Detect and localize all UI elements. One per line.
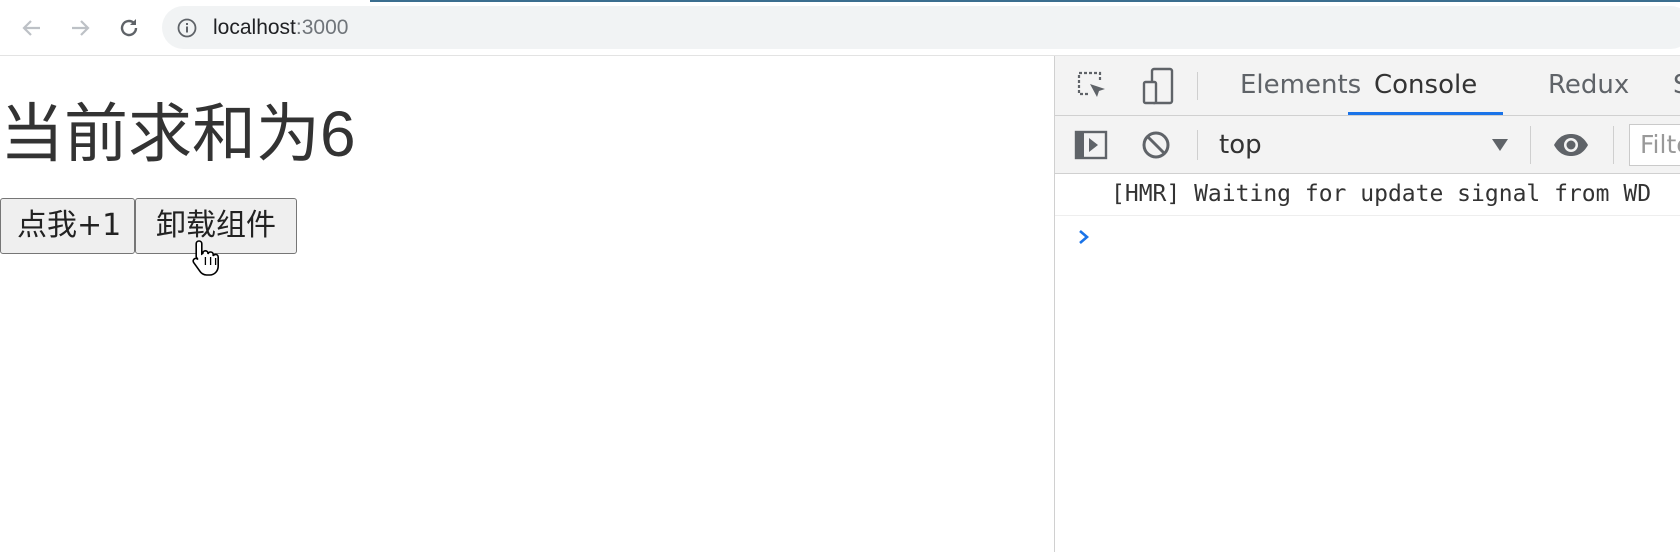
tab-console[interactable]: Console: [1348, 56, 1504, 115]
filter-input[interactable]: Filte: [1629, 124, 1680, 166]
divider: [1613, 126, 1614, 164]
divider: [1530, 126, 1531, 164]
dropdown-arrow-icon[interactable]: [1491, 138, 1509, 152]
show-sidebar-button[interactable]: [1073, 128, 1109, 162]
console-toolbar: top Filte: [1055, 116, 1680, 174]
tab-elements[interactable]: Elements: [1240, 56, 1361, 115]
device-toolbar-button[interactable]: [1139, 64, 1179, 108]
back-button[interactable]: [16, 12, 48, 44]
console-message-text: [HMR] Waiting for update signal from WD: [1111, 181, 1652, 207]
eye-icon: [1554, 134, 1588, 156]
reload-button[interactable]: [113, 12, 145, 44]
inspect-element-button[interactable]: [1073, 66, 1111, 106]
live-expression-button[interactable]: [1551, 128, 1591, 162]
devtools-tabbar: Elements Console Redux S: [1055, 56, 1680, 116]
forward-button[interactable]: [64, 12, 96, 44]
tab-label: S: [1673, 70, 1680, 100]
chevron-right-icon[interactable]: [1077, 228, 1091, 246]
increment-button[interactable]: 点我+1: [0, 198, 135, 254]
clear-console-button[interactable]: [1139, 128, 1173, 162]
address-bar[interactable]: localhost:3000: [162, 6, 1680, 49]
context-select[interactable]: top: [1219, 116, 1262, 174]
page-content: 当前求和为6 点我+1 卸载组件: [0, 56, 1054, 552]
console-message: [HMR] Waiting for update signal from WD: [1055, 174, 1680, 216]
inspect-cursor-icon: [1077, 71, 1105, 97]
divider: [1197, 130, 1198, 160]
sidebar-toggle-icon: [1074, 130, 1108, 160]
tab-label: Console: [1374, 70, 1478, 100]
tab-overflow[interactable]: S: [1673, 56, 1680, 115]
sum-heading: 当前求和为6: [0, 98, 356, 170]
tab-redux[interactable]: Redux: [1548, 56, 1629, 115]
device-icon: [1142, 67, 1174, 105]
reload-icon: [120, 19, 138, 37]
arrow-left-icon: [22, 20, 40, 36]
divider: [1197, 72, 1198, 100]
url-host: localhost: [213, 16, 296, 39]
tab-label: Elements: [1240, 70, 1362, 100]
active-tab-underline: [1348, 112, 1504, 115]
devtools-panel: Elements Console Redux S top: [1054, 56, 1680, 552]
arrow-right-icon: [72, 20, 90, 36]
url-text[interactable]: localhost:3000: [213, 15, 348, 41]
tab-label: Redux: [1548, 70, 1630, 100]
loading-line: [370, 0, 1680, 2]
url-port: :3000: [295, 16, 349, 39]
info-icon[interactable]: [177, 18, 197, 38]
browser-toolbar: localhost:3000: [0, 0, 1680, 56]
hand-cursor-icon: [192, 240, 219, 276]
block-icon: [1142, 131, 1170, 159]
